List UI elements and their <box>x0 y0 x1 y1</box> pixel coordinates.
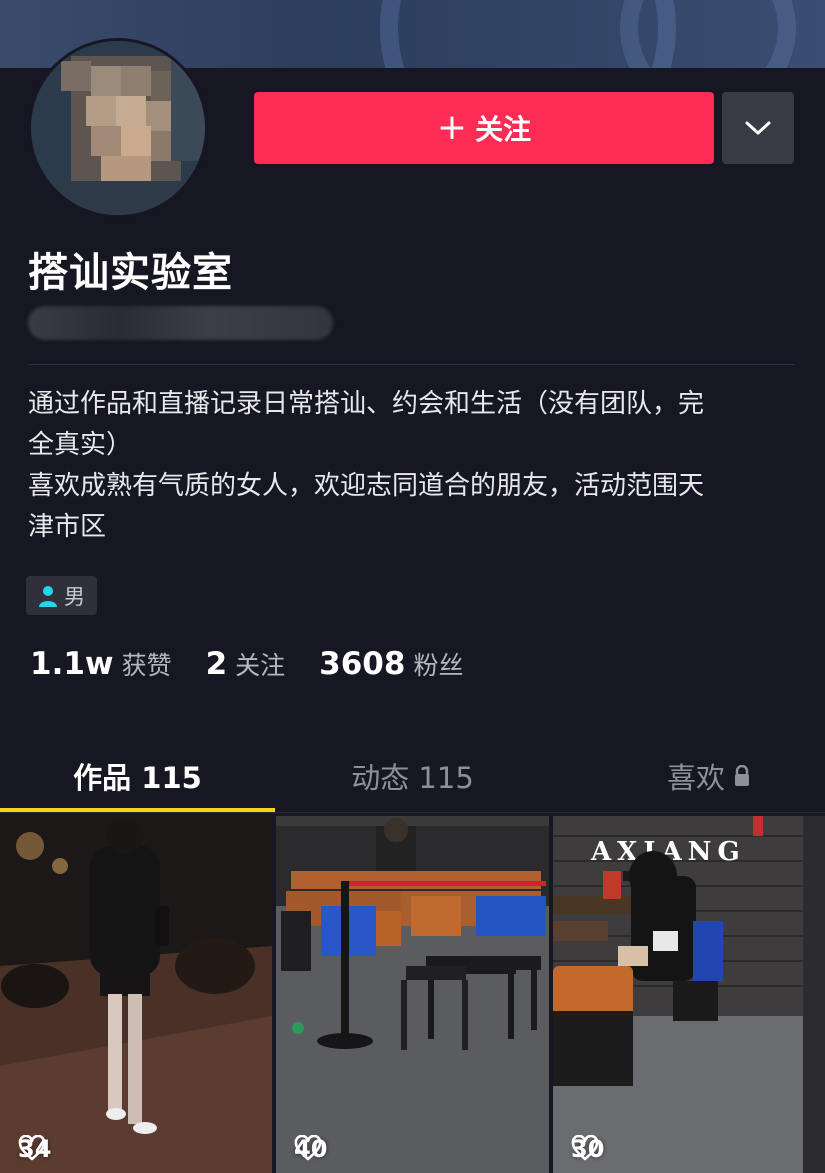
follow-label: 关注 <box>475 113 532 146</box>
video-likes: 34 <box>18 1135 51 1163</box>
stat-value: 3608 <box>319 646 406 682</box>
video-thumbnail-image <box>276 816 549 1173</box>
gender-tag: 男 <box>26 576 97 615</box>
stat-label: 获赞 <box>121 651 172 680</box>
divider <box>28 364 795 365</box>
stat-label: 关注 <box>235 651 286 680</box>
profile-bio: 通过作品和直播记录日常搭讪、约会和生活（没有团队，完 全真实） 喜欢成熟有气质的… <box>28 384 798 548</box>
follow-button[interactable]: + 关注 <box>254 92 714 164</box>
stat-label: 粉丝 <box>413 651 464 680</box>
video-grid: 34 40 AXIANG 30 <box>0 816 825 1173</box>
heart-icon <box>18 1135 46 1161</box>
profile-stats: 1.1w 获赞 2 关注 3608 粉丝 <box>30 646 497 682</box>
stat-value: 2 <box>205 646 228 682</box>
tab-label: 作品 115 <box>73 761 202 795</box>
video-thumbnail[interactable]: AXIANG 30 <box>553 816 825 1173</box>
lock-icon <box>735 765 749 786</box>
video-thumbnail[interactable]: 34 <box>0 816 272 1173</box>
video-thumbnail-image <box>0 816 272 1173</box>
avatar[interactable] <box>28 38 208 218</box>
chevron-down-icon <box>745 121 771 135</box>
video-likes: 40 <box>294 1135 327 1163</box>
profile-name: 搭讪实验室 <box>28 250 233 296</box>
tab-moments[interactable]: 动态 115 <box>275 740 550 812</box>
tab-label: 喜欢 <box>666 761 725 795</box>
person-icon <box>39 585 57 607</box>
tab-likes[interactable]: 喜欢 <box>550 740 825 812</box>
plus-icon: + <box>436 107 468 148</box>
bio-line: 全真实） <box>28 430 133 460</box>
blurred-user-id <box>28 306 333 340</box>
bio-line: 津市区 <box>28 512 107 542</box>
video-thumbnail[interactable]: 40 <box>276 816 549 1173</box>
active-tab-indicator <box>0 808 275 812</box>
video-likes: 30 <box>571 1135 604 1163</box>
stat-following[interactable]: 2 关注 <box>206 646 286 682</box>
gender-label: 男 <box>64 584 85 609</box>
stat-likes: 1.1w 获赞 <box>30 646 172 682</box>
bio-line: 通过作品和直播记录日常搭讪、约会和生活（没有团队，完 <box>28 389 705 419</box>
more-options-button[interactable] <box>722 92 794 164</box>
heart-icon <box>571 1135 599 1161</box>
tab-label: 动态 115 <box>351 761 474 795</box>
video-thumbnail-image: AXIANG <box>553 816 825 1173</box>
heart-icon <box>294 1135 322 1161</box>
profile-tabs: 作品 115 动态 115 喜欢 <box>0 740 825 813</box>
stat-followers[interactable]: 3608 粉丝 <box>319 646 463 682</box>
bio-line: 喜欢成熟有气质的女人，欢迎志同道合的朋友，活动范围天 <box>28 471 705 501</box>
tab-works[interactable]: 作品 115 <box>0 740 275 812</box>
stat-value: 1.1w <box>30 646 114 682</box>
